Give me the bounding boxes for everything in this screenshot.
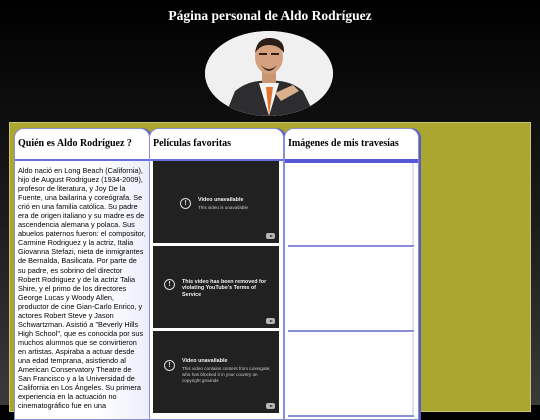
movies-column: Películas favoritas ! Video unavailable … <box>149 128 284 420</box>
video-message: This video contains content from Lionsga… <box>182 366 271 383</box>
video-title: Video unavailable <box>182 358 228 364</box>
images-heading: Imágenes de mis travesías <box>285 129 418 163</box>
video-message: This video is unavailable <box>198 205 249 210</box>
travel-image-3 <box>288 333 414 417</box>
travel-image-2 <box>288 248 414 332</box>
content-panel: Quién es Aldo Rodríguez ? Aldo nació en … <box>9 122 531 420</box>
video-embed-1[interactable]: ! Video unavailable This video is unavai… <box>153 161 279 243</box>
youtube-icon[interactable] <box>266 233 275 239</box>
info-icon: ! <box>180 198 191 209</box>
info-icon: ! <box>164 279 175 290</box>
page-title: Página personal de Aldo Rodríguez <box>168 8 372 23</box>
movies-heading: Películas favoritas <box>150 129 283 161</box>
portrait-illustration <box>205 31 333 116</box>
profile-photo <box>205 31 333 116</box>
about-heading: Quién es Aldo Rodríguez ? <box>15 129 149 161</box>
about-column: Quién es Aldo Rodríguez ? Aldo nació en … <box>14 128 150 420</box>
about-text: Aldo nació en Long Beach (California), h… <box>15 161 149 419</box>
youtube-icon[interactable] <box>266 403 275 409</box>
video-title: This video has been removed for violatin… <box>182 279 267 298</box>
images-column: Imágenes de mis travesías <box>284 128 419 420</box>
youtube-icon[interactable] <box>266 318 275 324</box>
info-icon: ! <box>164 360 175 371</box>
video-title: Video unavailable <box>198 197 244 203</box>
video-embed-2[interactable]: ! This video has been removed for violat… <box>153 246 279 328</box>
travel-image-1 <box>288 163 414 247</box>
video-embed-3[interactable]: ! Video unavailable This video contains … <box>153 331 279 413</box>
